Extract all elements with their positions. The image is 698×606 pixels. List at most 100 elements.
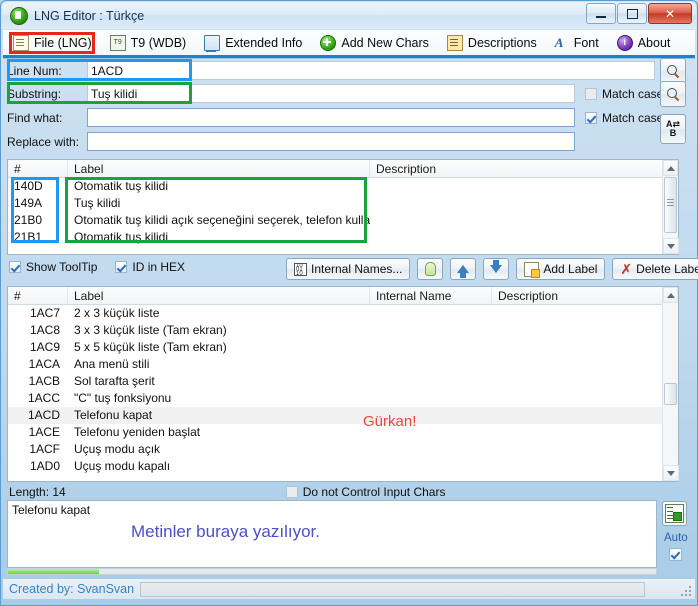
main-col-description[interactable]: Description [492,287,678,304]
table-row[interactable]: 1AC7 2 x 3 küçük liste [8,305,678,322]
tab-t9-wdb[interactable]: T9 T9 (WDB) [102,32,195,54]
row-label: Otomatik tuş kilidi açık seçeneğini seçe… [74,213,370,227]
table-row[interactable]: 1ACF Uçuş modu açık [8,441,678,458]
scroll-down-icon[interactable] [663,465,679,481]
table-row[interactable]: 1ACC "C" tuş fonksiyonu [8,390,678,407]
do-not-control-option[interactable]: Do not Control Input Chars [285,485,445,499]
results-col-id[interactable]: # [8,160,68,177]
add-label-button[interactable]: Add Label [516,258,606,280]
substring-input[interactable] [87,84,575,103]
scrollbar-thumb[interactable] [664,177,677,233]
maximize-button[interactable] [617,3,647,24]
info-icon: i [616,34,633,51]
row-description [492,441,678,458]
row-description [492,424,678,441]
tab-descriptions[interactable]: Descriptions [439,32,545,54]
results-list[interactable]: # Label Description 140D Otomatik tuş ki… [7,159,679,255]
arrow-down-icon [490,260,503,273]
search-substring-button[interactable] [660,81,686,107]
annotation-memo-text: Metinler buraya yazılıyor. [131,522,320,541]
auto-label: Auto [664,532,688,544]
red-x-icon: ✗ [620,260,633,277]
auto-apply-button[interactable] [662,501,687,526]
row-description [492,305,678,322]
close-button[interactable]: ✕ [648,3,692,24]
row-description [370,212,678,229]
show-tooltip-checkbox[interactable] [9,261,21,273]
tab-extended-info[interactable]: Extended Info [196,32,310,54]
main-list[interactable]: # Label Internal Name Description 1AC7 2… [7,286,679,482]
table-row[interactable]: 1ACD Telefonu kapat [8,407,678,424]
tab-font[interactable]: A Font [547,32,607,54]
do-not-control-checkbox[interactable] [285,486,298,498]
row-description [492,322,678,339]
minimize-button[interactable] [586,3,616,24]
line-num-input[interactable] [87,61,655,80]
table-row[interactable]: 140D Otomatik tuş kilidi [8,178,678,195]
row-label: Uçuş modu kapalı [74,459,171,473]
tab-add-new-chars[interactable]: Add New Chars [312,32,437,54]
tab-file-lng[interactable]: File (LNG) [5,32,100,54]
replace-with-input[interactable] [87,132,575,151]
main-list-scrollbar[interactable] [662,287,679,481]
find-what-label: Find what: [7,110,63,125]
hint-button[interactable] [417,258,444,280]
row-internal [370,441,492,458]
id-in-hex-checkbox[interactable] [115,261,128,273]
table-row[interactable]: 1AC8 3 x 3 küçük liste (Tam ekran) [8,322,678,339]
internal-names-button[interactable]: 10 01 10 Internal Names... [286,258,411,280]
auto-checkbox[interactable] [669,548,682,561]
id-in-hex-option[interactable]: ID in HEX [115,260,185,274]
window-title: LNG Editor : Türkçe [34,8,145,23]
match-case-1[interactable]: Match case [585,87,663,101]
move-down-button[interactable] [483,258,510,280]
match-case-2[interactable]: Match case [585,111,663,125]
main-col-label[interactable]: Label [68,287,370,304]
table-row[interactable]: 21B1 Otomatik tuş kilidi [8,229,678,246]
id-in-hex-label: ID in HEX [132,260,186,274]
text-editor-memo[interactable]: Telefonu kapat [7,500,657,568]
table-row[interactable]: 1AC9 5 x 5 küçük liste (Tam ekran) [8,339,678,356]
apply-list-icon [665,504,684,523]
scrollbar-thumb[interactable] [664,383,677,405]
main-col-id[interactable]: # [8,287,68,304]
window-controls: ✕ [586,3,692,24]
scroll-down-icon[interactable] [663,238,679,254]
row-id: 1AC8 [29,323,60,337]
main-col-internal-name[interactable]: Internal Name [370,287,492,304]
editor-status-row: Length: 14 Do not Control Input Chars [9,485,679,499]
find-what-input[interactable] [87,108,575,127]
row-label: "C" tuş fonksiyonu [74,391,172,405]
table-row[interactable]: 1ACB Sol tarafta şerit [8,373,678,390]
resize-grip-icon[interactable] [680,585,691,596]
row-label: Telefonu yeniden başlat [74,425,201,439]
replace-with-label: Replace with: [7,134,80,149]
table-row[interactable]: 149A Tuş kilidi [8,195,678,212]
move-up-button[interactable] [450,258,477,280]
row-label: Tuş kilidi [74,196,121,210]
font-a-icon: A [554,34,564,50]
row-description [492,407,678,424]
match-case-2-checkbox[interactable] [585,111,597,124]
match-case-1-checkbox[interactable] [585,87,597,100]
substring-row: Substring: Match case [7,84,663,103]
row-label: Uçuş modu açık [74,442,161,456]
replace-button[interactable]: A⇄ B [660,114,686,144]
row-description [492,356,678,373]
tab-about[interactable]: i About [609,32,679,54]
row-label: 3 x 3 küçük liste (Tam ekran) [74,323,227,337]
scroll-up-icon[interactable] [663,287,678,303]
scroll-up-icon[interactable] [663,160,678,176]
results-col-label[interactable]: Label [68,160,370,177]
add-label-text: Add Label [543,262,598,276]
table-row[interactable]: 1AD0 Uçuş modu kapalı [8,458,678,475]
delete-label-button[interactable]: ✗ Delete Label [612,258,698,280]
results-list-scrollbar[interactable] [662,160,679,254]
table-row[interactable]: 1ACA Ana menü stili [8,356,678,373]
table-row[interactable]: 21B0 Otomatik tuş kilidi açık seçeneğini… [8,212,678,229]
show-tooltip-option[interactable]: Show ToolTip [9,260,97,274]
row-id: 1ACB [28,374,60,388]
length-label: Length: 14 [9,485,66,499]
results-col-description[interactable]: Description [370,160,678,177]
table-row[interactable]: 1ACE Telefonu yeniden başlat [8,424,678,441]
